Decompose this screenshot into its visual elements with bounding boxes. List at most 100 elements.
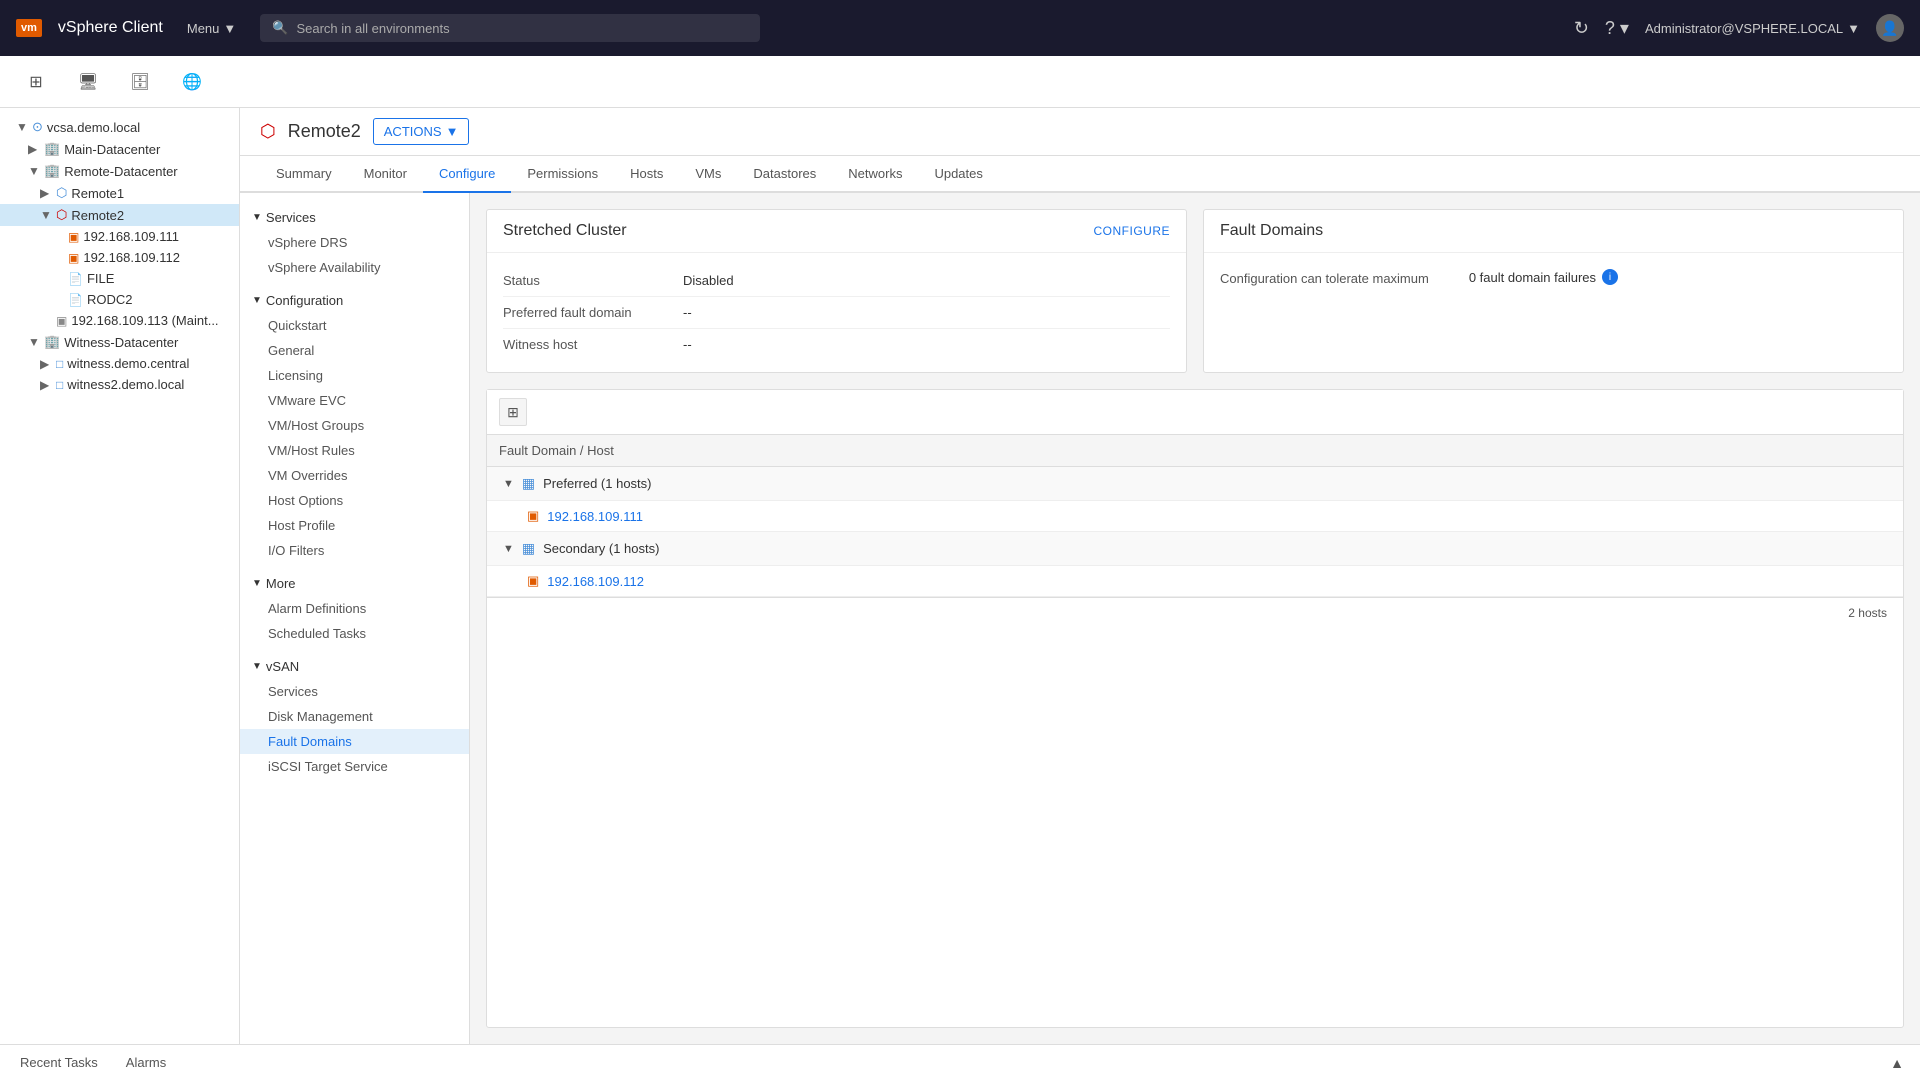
- tab-datastores[interactable]: Datastores: [737, 156, 832, 193]
- fault-count: 0 fault domain failures i: [1469, 269, 1618, 285]
- refresh-button[interactable]: ↻: [1574, 18, 1589, 39]
- witness-icon: □: [56, 378, 63, 392]
- bottom-tab-alarms[interactable]: Alarms: [122, 1055, 170, 1070]
- sidebar-item-witness2[interactable]: ▶ □ witness2.demo.local: [0, 374, 239, 395]
- sidebar-item-vcsa[interactable]: ▼ ⊙ vcsa.demo.local: [0, 116, 239, 138]
- sidebar: ▼ ⊙ vcsa.demo.local ▶ 🏢 Main-Datacenter …: [0, 108, 240, 1044]
- search-bar[interactable]: 🔍: [260, 14, 760, 42]
- table-toolbar-icon[interactable]: ⊞: [499, 398, 527, 426]
- search-icon: 🔍: [272, 20, 288, 36]
- user-menu-button[interactable]: Administrator@VSPHERE.LOCAL ▼: [1645, 21, 1860, 36]
- config-item-iscsi-target[interactable]: iSCSI Target Service: [240, 754, 469, 779]
- chevron-down-icon: ▼: [252, 578, 262, 589]
- config-section-vsan: ▼ vSAN Services Disk Management Fault Do…: [240, 650, 469, 783]
- main-panel: Stretched Cluster CONFIGURE Status Disab…: [470, 193, 1920, 1044]
- fault-domain-content: Configuration can tolerate maximum 0 fau…: [1220, 269, 1887, 289]
- config-item-disk-management[interactable]: Disk Management: [240, 704, 469, 729]
- host-icon: ▣: [527, 573, 539, 589]
- more-header[interactable]: ▼ More: [240, 571, 469, 596]
- config-item-vsphere-availability[interactable]: vSphere Availability: [240, 255, 469, 280]
- search-input[interactable]: [296, 21, 748, 36]
- tab-summary[interactable]: Summary: [260, 156, 348, 193]
- network-icon[interactable]: 🌐: [176, 66, 208, 98]
- storage-icon[interactable]: 🗄: [124, 66, 156, 98]
- config-item-vsphere-drs[interactable]: vSphere DRS: [240, 230, 469, 255]
- content-area: ⬡ Remote2 ACTIONS ▼ Summary Monitor Conf…: [240, 108, 1920, 1044]
- tab-configure[interactable]: Configure: [423, 156, 511, 193]
- config-item-vm-host-rules[interactable]: VM/Host Rules: [240, 438, 469, 463]
- config-item-vm-overrides[interactable]: VM Overrides: [240, 463, 469, 488]
- chevron-down-icon: ▼: [252, 661, 262, 672]
- avatar[interactable]: 👤: [1876, 14, 1904, 42]
- config-item-fault-domains[interactable]: Fault Domains: [240, 729, 469, 754]
- configuration-header[interactable]: ▼ Configuration: [240, 288, 469, 313]
- config-item-host-options[interactable]: Host Options: [240, 488, 469, 513]
- host111-link[interactable]: 192.168.109.111: [547, 509, 643, 524]
- preferred-group-header[interactable]: ▼ ▦ Preferred (1 hosts): [487, 467, 1903, 501]
- preferred-fault-domain-row: Preferred fault domain --: [503, 297, 1170, 329]
- sidebar-item-remote1[interactable]: ▶ ⬡ Remote1: [0, 182, 239, 204]
- host-icon: ▣: [68, 251, 79, 265]
- services-header[interactable]: ▼ Services: [240, 205, 469, 230]
- sidebar-item-rodc2[interactable]: 📄 RODC2: [0, 289, 239, 310]
- sidebar-item-host111[interactable]: ▣ 192.168.109.111: [0, 226, 239, 247]
- info-icon[interactable]: i: [1602, 269, 1618, 285]
- sidebar-item-host113[interactable]: ▣ 192.168.109.113 (Maint...: [0, 310, 239, 331]
- config-section-more: ▼ More Alarm Definitions Scheduled Tasks: [240, 567, 469, 650]
- tab-vms[interactable]: VMs: [679, 156, 737, 193]
- preferred-host-row[interactable]: ▣ 192.168.109.111: [487, 501, 1903, 532]
- vm-icon: 📄: [68, 293, 83, 307]
- sidebar-item-remote2[interactable]: ▼ ⬡ Remote2: [0, 204, 239, 226]
- sidebar-item-remote-datacenter[interactable]: ▼ 🏢 Remote-Datacenter: [0, 160, 239, 182]
- config-item-general[interactable]: General: [240, 338, 469, 363]
- stretched-cluster-title: Stretched Cluster: [503, 222, 627, 240]
- config-item-vmware-evc[interactable]: VMware EVC: [240, 388, 469, 413]
- cluster-selected-icon: ⬡: [56, 207, 67, 223]
- tab-monitor[interactable]: Monitor: [348, 156, 423, 193]
- host112-link[interactable]: 192.168.109.112: [547, 574, 644, 589]
- stretched-cluster-card: Stretched Cluster CONFIGURE Status Disab…: [486, 209, 1187, 373]
- tab-updates[interactable]: Updates: [918, 156, 998, 193]
- configure-link[interactable]: CONFIGURE: [1094, 224, 1171, 238]
- fault-table-body: ▼ ▦ Preferred (1 hosts) ▣ 192.168.109.11…: [487, 467, 1903, 597]
- vm-icon[interactable]: 🖥: [72, 66, 104, 98]
- cluster-icon: ⬡: [56, 185, 67, 201]
- config-item-quickstart[interactable]: Quickstart: [240, 313, 469, 338]
- datacenter-icon: 🏢: [44, 141, 60, 157]
- config-item-io-filters[interactable]: I/O Filters: [240, 538, 469, 563]
- config-item-alarm-definitions[interactable]: Alarm Definitions: [240, 596, 469, 621]
- menu-button[interactable]: Menu ▼: [179, 17, 244, 40]
- secondary-host-row[interactable]: ▣ 192.168.109.112: [487, 566, 1903, 597]
- fault-group-preferred: ▼ ▦ Preferred (1 hosts) ▣ 192.168.109.11…: [487, 467, 1903, 532]
- fault-domain-table-card: ⊞ Fault Domain / Host ▼ ▦ Preferred (1 h…: [486, 389, 1904, 1028]
- sidebar-item-witness-datacenter[interactable]: ▼ 🏢 Witness-Datacenter: [0, 331, 239, 353]
- secondary-group-header[interactable]: ▼ ▦ Secondary (1 hosts): [487, 532, 1903, 566]
- fault-domain-icon: ▦: [522, 475, 535, 492]
- config-item-host-profile[interactable]: Host Profile: [240, 513, 469, 538]
- sidebar-item-file[interactable]: 📄 FILE: [0, 268, 239, 289]
- shortcuts-icon[interactable]: ⊞: [20, 66, 52, 98]
- witness-host-row: Witness host --: [503, 329, 1170, 360]
- sidebar-item-witness1[interactable]: ▶ □ witness.demo.central: [0, 353, 239, 374]
- vsan-header[interactable]: ▼ vSAN: [240, 654, 469, 679]
- bottom-tab-recent-tasks[interactable]: Recent Tasks: [16, 1055, 102, 1070]
- actions-button[interactable]: ACTIONS ▼: [373, 118, 470, 145]
- config-item-vsan-services[interactable]: Services: [240, 679, 469, 704]
- sidebar-item-host112[interactable]: ▣ 192.168.109.112: [0, 247, 239, 268]
- fault-group-secondary: ▼ ▦ Secondary (1 hosts) ▣ 192.168.109.11…: [487, 532, 1903, 597]
- expand-button[interactable]: ▲: [1890, 1055, 1904, 1071]
- tab-permissions[interactable]: Permissions: [511, 156, 614, 193]
- tab-bar: Summary Monitor Configure Permissions Ho…: [240, 156, 1920, 193]
- tab-networks[interactable]: Networks: [832, 156, 918, 193]
- tab-hosts[interactable]: Hosts: [614, 156, 679, 193]
- config-item-scheduled-tasks[interactable]: Scheduled Tasks: [240, 621, 469, 646]
- vcenter-icon: ⊙: [32, 119, 43, 135]
- fault-domain-column-label: Fault Domain / Host: [499, 443, 614, 458]
- config-panel: ▼ Services vSphere DRS vSphere Availabil…: [240, 193, 470, 1044]
- fault-domains-title: Fault Domains: [1220, 222, 1323, 240]
- config-item-licensing[interactable]: Licensing: [240, 363, 469, 388]
- sidebar-item-main-datacenter[interactable]: ▶ 🏢 Main-Datacenter: [0, 138, 239, 160]
- config-item-vm-host-groups[interactable]: VM/Host Groups: [240, 413, 469, 438]
- chevron-down-icon: ▼: [40, 208, 52, 222]
- help-button[interactable]: ? ▾: [1605, 18, 1629, 39]
